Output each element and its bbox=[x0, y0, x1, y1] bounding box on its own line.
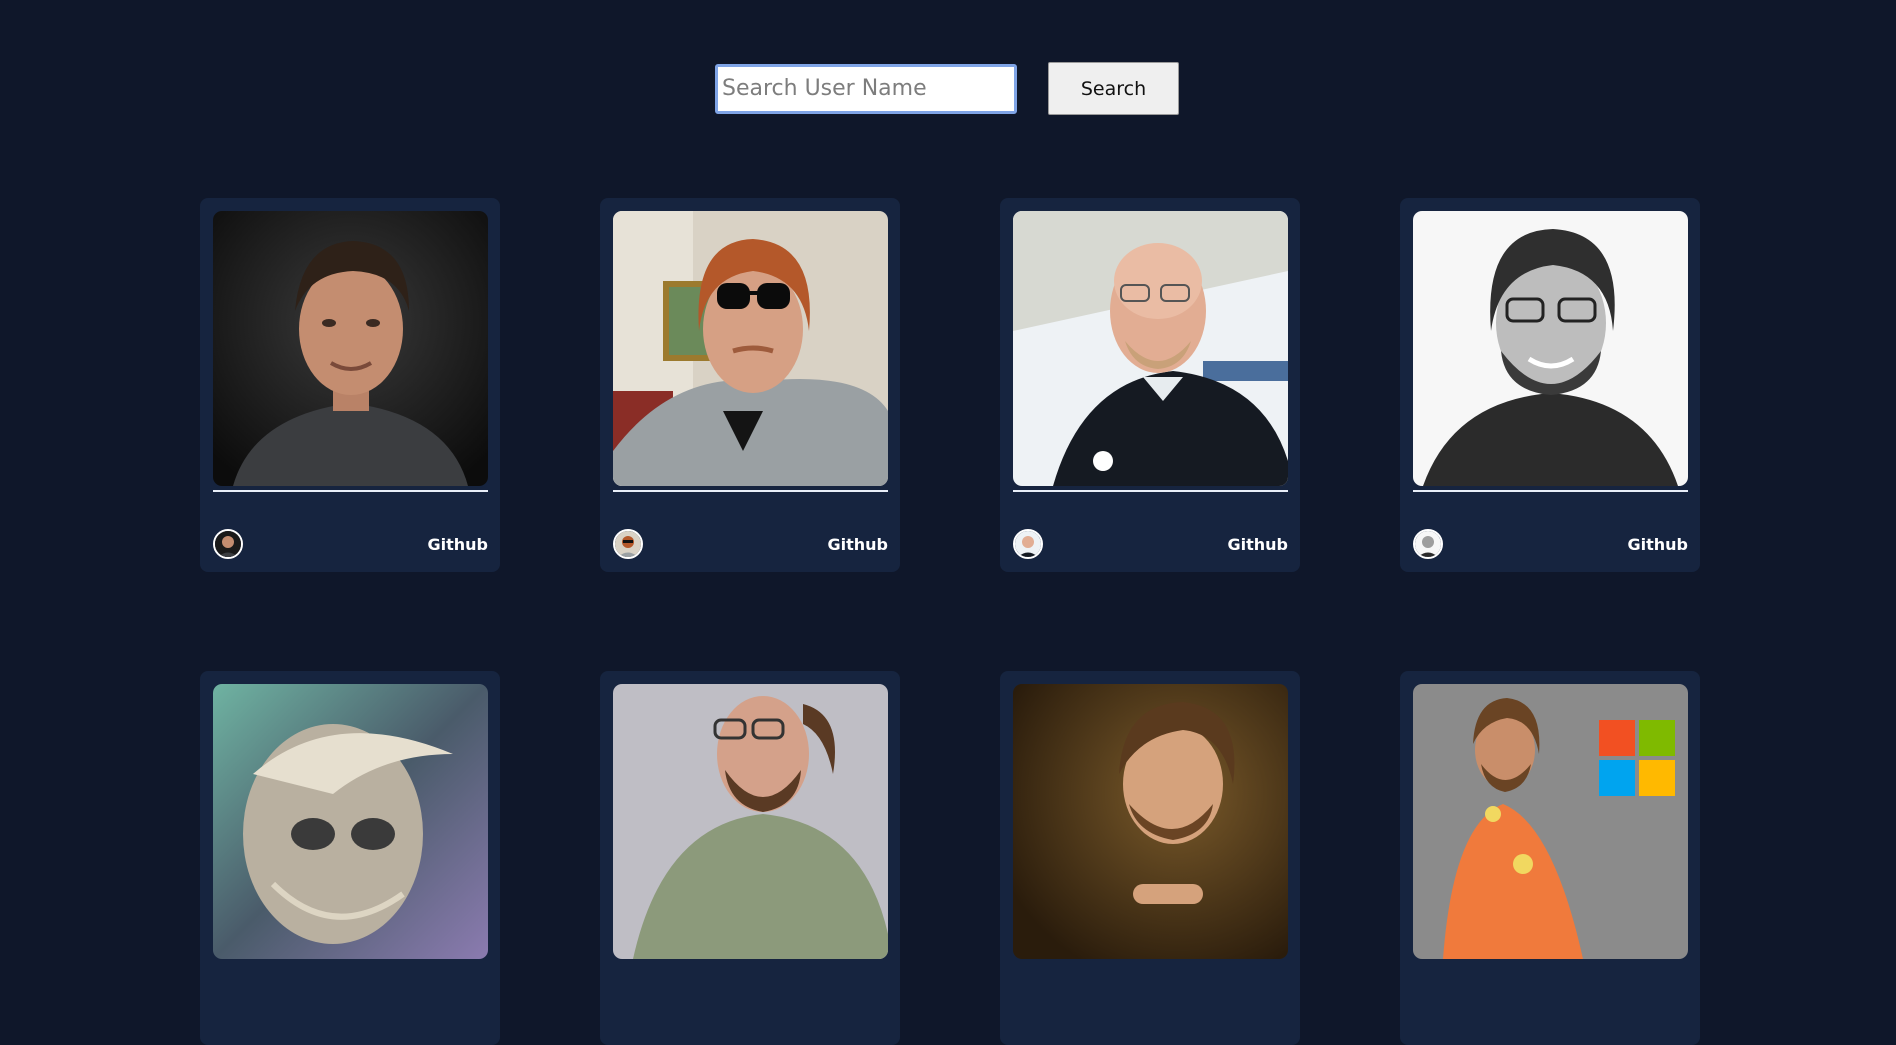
github-link[interactable]: Github bbox=[1228, 535, 1289, 554]
user-photo bbox=[613, 684, 888, 959]
user-card: Github bbox=[600, 198, 900, 572]
github-link[interactable]: Github bbox=[1628, 535, 1689, 554]
card-footer: Github bbox=[1413, 528, 1688, 560]
github-link[interactable]: Github bbox=[828, 535, 889, 554]
user-card bbox=[1000, 671, 1300, 1045]
user-card: Github bbox=[1000, 198, 1300, 572]
avatar bbox=[613, 529, 643, 559]
user-photo bbox=[1013, 684, 1288, 959]
user-photo bbox=[213, 684, 488, 959]
user-photo bbox=[213, 211, 488, 486]
user-grid: Github Github Github Github bbox=[200, 198, 1700, 1045]
user-photo bbox=[613, 211, 888, 486]
user-card bbox=[1400, 671, 1700, 1045]
search-button[interactable]: Search bbox=[1048, 62, 1179, 115]
card-footer: Github bbox=[213, 528, 488, 560]
avatar bbox=[213, 529, 243, 559]
user-photo bbox=[1013, 211, 1288, 486]
user-card bbox=[600, 671, 900, 1045]
card-footer: Github bbox=[613, 528, 888, 560]
user-card: Github bbox=[1400, 198, 1700, 572]
avatar bbox=[1013, 529, 1043, 559]
user-photo bbox=[1413, 211, 1688, 486]
card-divider bbox=[613, 490, 888, 492]
card-divider bbox=[1013, 490, 1288, 492]
card-divider bbox=[1413, 490, 1688, 492]
card-divider bbox=[213, 490, 488, 492]
user-photo bbox=[1413, 684, 1688, 959]
search-bar: Search bbox=[715, 62, 1179, 115]
github-link[interactable]: Github bbox=[428, 535, 489, 554]
user-card bbox=[200, 671, 500, 1045]
search-input[interactable] bbox=[715, 63, 1017, 114]
card-footer: Github bbox=[1013, 528, 1288, 560]
user-card: Github bbox=[200, 198, 500, 572]
avatar bbox=[1413, 529, 1443, 559]
